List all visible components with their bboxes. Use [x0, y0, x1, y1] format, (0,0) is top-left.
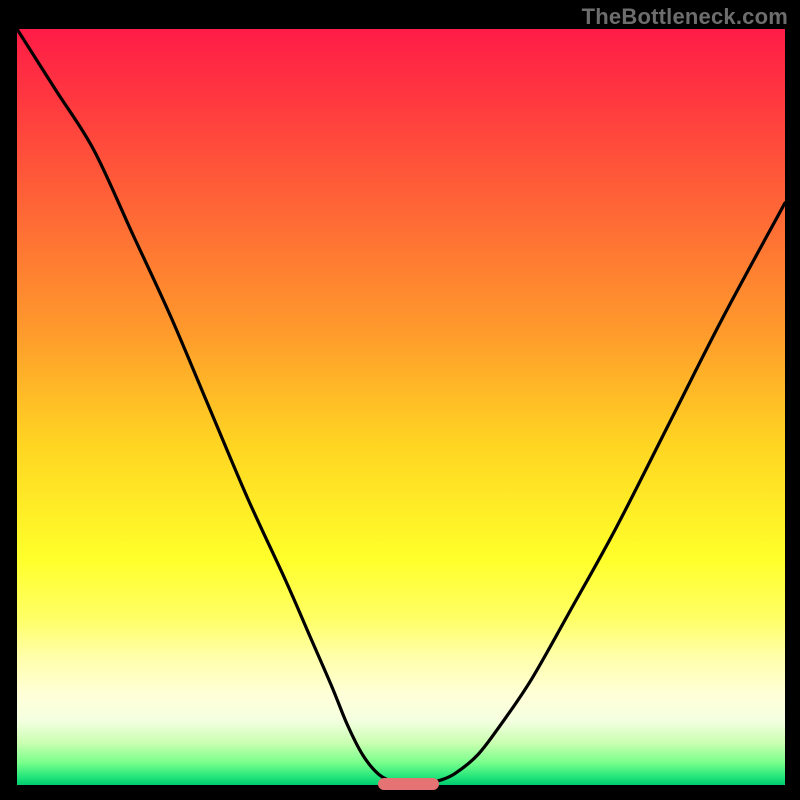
plot-svg — [17, 29, 785, 785]
watermark-text: TheBottleneck.com — [582, 4, 788, 30]
optimal-range-marker — [378, 778, 439, 790]
plot-area — [17, 29, 785, 785]
chart-frame: TheBottleneck.com — [0, 0, 800, 800]
gradient-background — [17, 29, 785, 785]
